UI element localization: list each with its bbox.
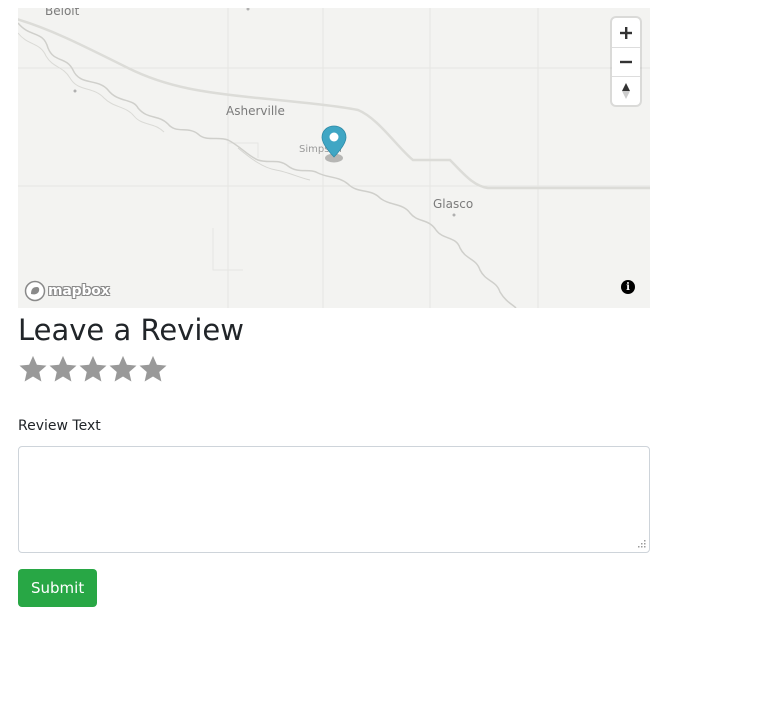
review-heading: Leave a Review: [18, 313, 244, 347]
location-marker-icon[interactable]: [319, 124, 349, 164]
zoom-in-button[interactable]: [612, 18, 640, 47]
place-label-beloit: Beloit: [45, 8, 80, 18]
attribution-info-button[interactable]: i: [621, 280, 635, 294]
page: Beloit Asherville Simpson Glasco mapbox …: [0, 0, 775, 702]
submit-button[interactable]: Submit: [18, 569, 98, 607]
mapbox-logo[interactable]: mapbox: [24, 280, 110, 302]
place-label-asherville: Asherville: [226, 104, 285, 118]
review-text-input[interactable]: [18, 446, 650, 553]
compass-icon: [622, 83, 630, 99]
star-rating: [18, 354, 168, 384]
reset-bearing-button[interactable]: [612, 76, 640, 105]
info-icon: i: [626, 281, 630, 293]
mapbox-logo-text: mapbox: [48, 283, 110, 299]
plus-icon: [620, 26, 632, 39]
resize-grip-icon[interactable]: [636, 540, 646, 550]
zoom-out-button[interactable]: [612, 47, 640, 76]
star-4-icon[interactable]: [108, 354, 138, 384]
map[interactable]: Beloit Asherville Simpson Glasco mapbox …: [18, 8, 650, 308]
map-navigation-control: [612, 18, 640, 105]
review-text-label: Review Text: [18, 418, 101, 434]
mapbox-logo-icon: [24, 280, 46, 302]
star-2-icon[interactable]: [48, 354, 78, 384]
star-3-icon[interactable]: [78, 354, 108, 384]
star-5-icon[interactable]: [138, 354, 168, 384]
star-1-icon[interactable]: [18, 354, 48, 384]
place-label-glasco: Glasco: [433, 197, 474, 211]
minus-icon: [620, 60, 632, 64]
